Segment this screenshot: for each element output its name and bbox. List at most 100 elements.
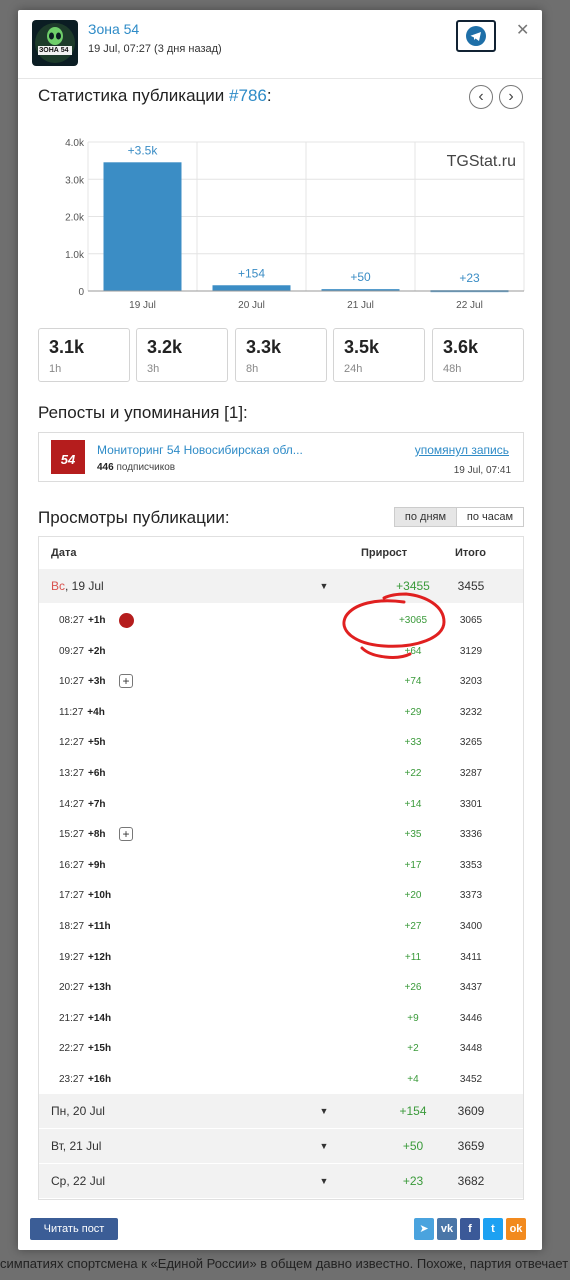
previous-post-button[interactable]: ‹ <box>469 85 493 109</box>
open-in-telegram-button[interactable] <box>456 20 496 52</box>
expand-plus-icon[interactable]: + <box>119 827 133 842</box>
hour-time: 19:27 +12h <box>59 952 111 963</box>
hour-growth: +29 <box>404 706 422 718</box>
hour-total: 3301 <box>459 798 483 810</box>
hour-total: 3265 <box>459 737 483 749</box>
hour-time: 23:27 +16h <box>59 1074 111 1085</box>
hour-time: 18:27 +11h <box>59 921 111 932</box>
day-total: 3682 <box>457 1174 485 1188</box>
hour-time-text: 15:27 <box>59 829 85 841</box>
hour-total: 3353 <box>459 859 483 871</box>
y-tick-label: 2.0k <box>65 213 85 224</box>
summary-card-8h: 3.3k 8h <box>235 328 327 382</box>
day-growth: +154 <box>399 1104 427 1118</box>
day-row[interactable]: Пн, 20 Jul ▼ +154 3609 <box>39 1094 523 1128</box>
hour-offset: +14h <box>88 1012 112 1024</box>
read-post-button[interactable]: Читать пост <box>30 1218 118 1240</box>
mention-channel-link[interactable]: Мониторинг 54 Новосибирская обл... <box>97 443 303 457</box>
day-row[interactable]: Ср, 22 Jul ▼ +23 3682 <box>39 1164 523 1198</box>
views-bar-chart: 0 1.0k 2.0k 3.0k 4.0k +3.5k 19 Jul +154 20 Jul +5… <box>65 138 525 311</box>
summary-card-3h: 3.2k 3h <box>136 328 228 382</box>
stats-title-colon: : <box>266 86 272 105</box>
column-header-date: Дата <box>51 547 77 559</box>
post-stats-modal: ЗОНА 54 Зона 54 19 Jul, 07:27 (3 дня наз… <box>18 10 542 1250</box>
summary-label: 8h <box>246 363 259 375</box>
y-tick-label: 4.0k <box>65 138 85 149</box>
chevron-right-icon: › <box>508 88 514 105</box>
day-growth: +23 <box>402 1174 424 1188</box>
telegram-icon[interactable]: ➤ <box>414 1218 434 1240</box>
hour-row: 16:27 +9h +17 3353 <box>39 850 523 880</box>
hour-time-text: 18:27 <box>59 921 85 932</box>
day-date: Ср, 22 Jul <box>51 1174 106 1188</box>
day-row[interactable]: Вт, 21 Jul ▼ +50 3659 <box>39 1129 523 1163</box>
channel-avatar[interactable]: ЗОНА 54 <box>32 20 78 66</box>
hour-time-text: 08:27 <box>59 615 85 626</box>
vk-icon[interactable]: vk <box>437 1218 457 1240</box>
hour-time: 10:27 +3h <box>59 676 106 687</box>
mention-action-link[interactable]: упомянул запись <box>415 443 509 457</box>
hour-growth: +20 <box>404 890 422 902</box>
summary-card-48h: 3.6k 48h <box>432 328 524 382</box>
hour-offset: +11h <box>88 921 111 932</box>
hour-growth: +4 <box>407 1074 419 1085</box>
toggle-by-days[interactable]: по дням <box>394 507 457 527</box>
subscribers-count: 446 <box>97 462 114 473</box>
hour-row: 21:27 +14h +9 3446 <box>39 1003 523 1033</box>
mention-channel-logo[interactable]: 54 <box>51 440 85 474</box>
hour-offset: +10h <box>88 890 112 902</box>
caret-down-icon[interactable]: ▼ <box>315 1106 333 1116</box>
hour-time: 09:27 +2h <box>59 646 106 657</box>
hour-time-text: 09:27 <box>59 645 85 657</box>
hour-offset: +12h <box>88 951 112 963</box>
chart-bar <box>103 162 182 291</box>
hour-offset: +4h <box>87 706 105 718</box>
hour-growth: +9 <box>407 1012 419 1024</box>
hour-time-text: 11:27 <box>59 706 84 718</box>
bar-data-label: +23 <box>459 271 480 285</box>
caret-down-icon[interactable]: ▼ <box>315 1176 333 1186</box>
views-chart: 0 1.0k 2.0k 3.0k 4.0k +3.5k 19 Jul +154 20 Jul +5… <box>36 124 536 314</box>
hour-total: 3373 <box>459 890 483 902</box>
hour-time: 15:27 +8h <box>59 829 106 840</box>
hour-row: 19:27 +12h +11 3411 <box>39 942 523 972</box>
toggle-by-hours[interactable]: по часам <box>456 507 524 527</box>
facebook-icon[interactable]: f <box>460 1218 480 1240</box>
hour-row: 15:27 +8h +35 3336 + <box>39 819 523 849</box>
hour-time-text: 13:27 <box>59 768 85 779</box>
hour-total: 3411 <box>460 951 482 963</box>
channel-name-link[interactable]: Зона 54 <box>88 21 139 37</box>
hour-row: 20:27 +13h +26 3437 <box>39 972 523 1002</box>
mention-date: 19 Jul, 07:41 <box>453 465 511 476</box>
summary-label: 24h <box>344 363 363 375</box>
hour-growth: +26 <box>404 982 422 994</box>
telegram-icon <box>466 26 486 46</box>
subscribers-label: подписчиков <box>116 462 176 473</box>
hour-time: 12:27 +5h <box>59 737 106 748</box>
stats-title: Статистика публикации #786: <box>38 86 272 106</box>
hour-growth: +35 <box>404 829 422 841</box>
close-button[interactable]: ✕ <box>516 20 529 40</box>
x-tick-label: 20 Jul <box>238 300 265 311</box>
hour-total: 3336 <box>459 829 483 841</box>
hour-time-text: 10:27 <box>59 676 85 688</box>
twitter-icon[interactable]: t <box>483 1218 503 1240</box>
hour-offset: +7h <box>88 798 106 810</box>
hour-offset: +3h <box>88 676 106 688</box>
hour-time: 16:27 +9h <box>59 860 106 871</box>
hour-time-text: 16:27 <box>59 859 85 871</box>
caret-down-icon[interactable]: ▼ <box>315 1141 333 1151</box>
post-id-link[interactable]: #786 <box>229 86 267 105</box>
mention-badge-icon[interactable] <box>119 613 134 628</box>
caret-down-icon[interactable]: ▼ <box>315 581 333 591</box>
background-text: симпатиях спортсмена к «Единой России» в… <box>0 1256 570 1271</box>
next-post-button[interactable]: › <box>499 85 523 109</box>
y-tick-label: 3.0k <box>65 175 85 186</box>
day-date-text: , 19 Jul <box>65 579 104 593</box>
hour-time-text: 12:27 <box>59 737 85 749</box>
day-date: Вс, 19 Jul <box>51 579 104 593</box>
hour-time: 08:27 +1h <box>59 615 106 626</box>
expand-plus-icon[interactable]: + <box>119 674 133 689</box>
chart-watermark: TGStat.ru <box>447 153 516 170</box>
odnoklassniki-icon[interactable]: ok <box>506 1218 526 1240</box>
